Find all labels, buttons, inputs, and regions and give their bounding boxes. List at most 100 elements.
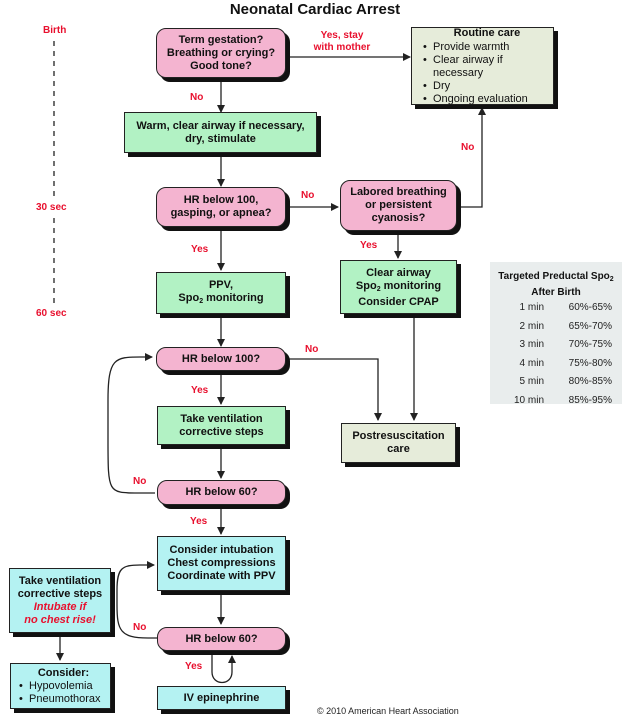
action-warm-clear-airway: Warm, clear airway if necessary, dry, st… — [124, 112, 317, 153]
node-text: Warm, clear airway if necessary, — [136, 119, 305, 132]
spo2-table-rows: 1 min 60%-65% 2 min 65%-70% 3 min 70%-75% 4 mi… — [490, 299, 622, 410]
node-text: Chest compressions — [167, 557, 276, 569]
time-cell: 1 min — [519, 302, 544, 313]
time-cell: 4 min — [519, 357, 544, 369]
decision-labored-breathing: Labored breathing or persistent cyanosis… — [340, 180, 457, 231]
edge-label-no: No — [305, 344, 319, 355]
consider-heading: Consider: — [37, 666, 90, 679]
timeline-birth: Birth — [43, 25, 67, 36]
node-consider-causes: Consider: Hypovolemia Pneumothorax — [10, 663, 111, 709]
node-routine-care: Routine care Provide warmth Clear airway… — [411, 26, 554, 106]
node-text: monitoring — [203, 291, 264, 304]
node-text: monitoring — [380, 280, 442, 292]
node-text: PPV, — [208, 278, 234, 291]
node-text: Breathing or crying? — [166, 46, 276, 59]
routine-care-heading: Routine care — [453, 26, 521, 39]
spo2-table-title: Targeted Preductal Spo2 After Birth — [490, 270, 622, 299]
time-cell: 5 min — [519, 376, 544, 387]
spo2-target-table: Targeted Preductal Spo2 After Birth 1 mi… — [490, 262, 622, 406]
arrow-hr60b-epinephrine-loop — [211, 652, 236, 684]
node-text: Postresuscitation — [352, 430, 445, 442]
decision-hr-below-60-first: HR below 60? — [157, 480, 286, 505]
node-text: dry, stimulate — [185, 132, 256, 145]
node-warning-text: no chest rise! — [24, 613, 96, 626]
range-cell: 85%-95% — [568, 394, 612, 406]
node-text: cyanosis? — [371, 212, 426, 224]
subscript: 2 — [609, 276, 614, 283]
node-warning-text: Intubate if — [33, 600, 87, 613]
node-postresuscitation-care: Postresuscitation care — [341, 423, 456, 463]
time-cell: 3 min — [519, 339, 544, 350]
edge-label-no: No — [133, 622, 147, 633]
copyright-notice: © 2010 American Heart Association — [317, 706, 459, 716]
table-row: 1 min 60%-65% — [490, 299, 622, 318]
edge-label-no: No — [301, 190, 315, 201]
list-item: Ongoing evaluation — [421, 93, 553, 106]
arrow-labored-to-routine — [458, 107, 486, 208]
range-cell: 70%-75% — [568, 339, 612, 350]
node-text: HR below 60? — [185, 486, 258, 498]
node-text: Clear airway — [366, 267, 431, 279]
table-title-line: Targeted Preductal Spo2 — [490, 270, 622, 286]
timeline-60-sec: 60 sec — [36, 308, 67, 319]
node-text: Good tone? — [190, 59, 252, 72]
range-cell: 75%-80% — [568, 357, 612, 369]
node-text: Consider CPAP — [358, 296, 439, 308]
edge-label-yes: Yes — [190, 516, 208, 527]
action-iv-epinephrine: IV epinephrine — [157, 686, 286, 710]
list-item: Pneumothorax — [17, 693, 101, 706]
action-ppv-spo2: PPV, Spo2 monitoring — [156, 272, 286, 314]
node-text: or persistent — [365, 199, 432, 211]
edge-label-text: with mother — [313, 42, 371, 53]
decision-term-gestation: Term gestation? Breathing or crying? Goo… — [156, 28, 286, 78]
edge-label-yes: Yes — [185, 661, 203, 672]
arrow-hr60a-loop-to-hr100 — [107, 353, 155, 494]
range-cell: 60%-65% — [568, 302, 612, 313]
arrow-hr100-to-postresus — [288, 358, 382, 421]
table-row: 3 min 70%-75% — [490, 336, 622, 355]
node-text: Spo2 monitoring — [178, 292, 263, 308]
table-row: 4 min 75%-80% — [490, 355, 622, 374]
edge-label-no: No — [190, 92, 204, 103]
node-text: corrective steps — [17, 587, 103, 600]
action-clear-airway-cpap: Clear airway Spo2 monitoring Consider CP… — [340, 260, 457, 314]
edge-label-yes-stay-with-mother: Yes, stay with mother — [309, 30, 375, 54]
time-cell: 2 min — [519, 320, 544, 332]
time-cell: 10 min — [513, 394, 544, 406]
list-item: Hypovolemia — [17, 680, 101, 693]
node-text: corrective steps — [179, 425, 264, 438]
node-text: Coordinate with PPV — [167, 570, 276, 582]
node-text: HR below 100, — [183, 194, 259, 206]
node-text: Spo2 monitoring — [356, 280, 441, 296]
node-text: Spo — [178, 291, 200, 304]
node-text: Consider intubation — [169, 544, 274, 556]
edge-label-yes: Yes — [191, 244, 209, 255]
table-row: 2 min 65%-70% — [490, 318, 622, 337]
decision-hr-below-100-gasping: HR below 100, gasping, or apnea? — [156, 187, 286, 227]
table-row: 10 min 85%-95% — [490, 392, 622, 411]
node-text: gasping, or apnea? — [170, 207, 272, 219]
action-take-ventilation: Take ventilation corrective steps — [157, 406, 286, 445]
routine-care-list: Provide warmth Clear airway if necessary… — [421, 41, 553, 106]
edge-label-text: Yes, stay — [320, 30, 364, 41]
node-text: Labored breathing — [350, 186, 447, 198]
consider-list: Hypovolemia Pneumothorax — [17, 680, 101, 706]
table-row: 5 min 80%-85% — [490, 373, 622, 392]
list-item: Provide warmth — [421, 41, 553, 54]
node-text: HR below 100? — [181, 352, 261, 365]
list-item: Clear airway if necessary — [421, 54, 553, 80]
node-text: Term gestation? — [178, 33, 264, 46]
edge-label-yes: Yes — [360, 240, 378, 251]
node-text: Take ventilation — [18, 574, 102, 587]
range-cell: 65%-70% — [568, 320, 612, 332]
node-text: IV epinephrine — [183, 691, 260, 704]
table-title-text: Targeted Preductal Spo — [498, 271, 610, 282]
node-text: Take ventilation — [180, 412, 263, 425]
list-item: Dry — [421, 80, 553, 93]
edge-label-yes: Yes — [191, 385, 209, 396]
node-text: HR below 60? — [185, 632, 258, 645]
action-consider-intubation: Consider intubation Chest compressions C… — [157, 536, 286, 591]
table-title-text: After Birth — [531, 287, 581, 298]
edge-label-no: No — [461, 142, 475, 153]
decision-hr-below-100: HR below 100? — [156, 347, 286, 371]
